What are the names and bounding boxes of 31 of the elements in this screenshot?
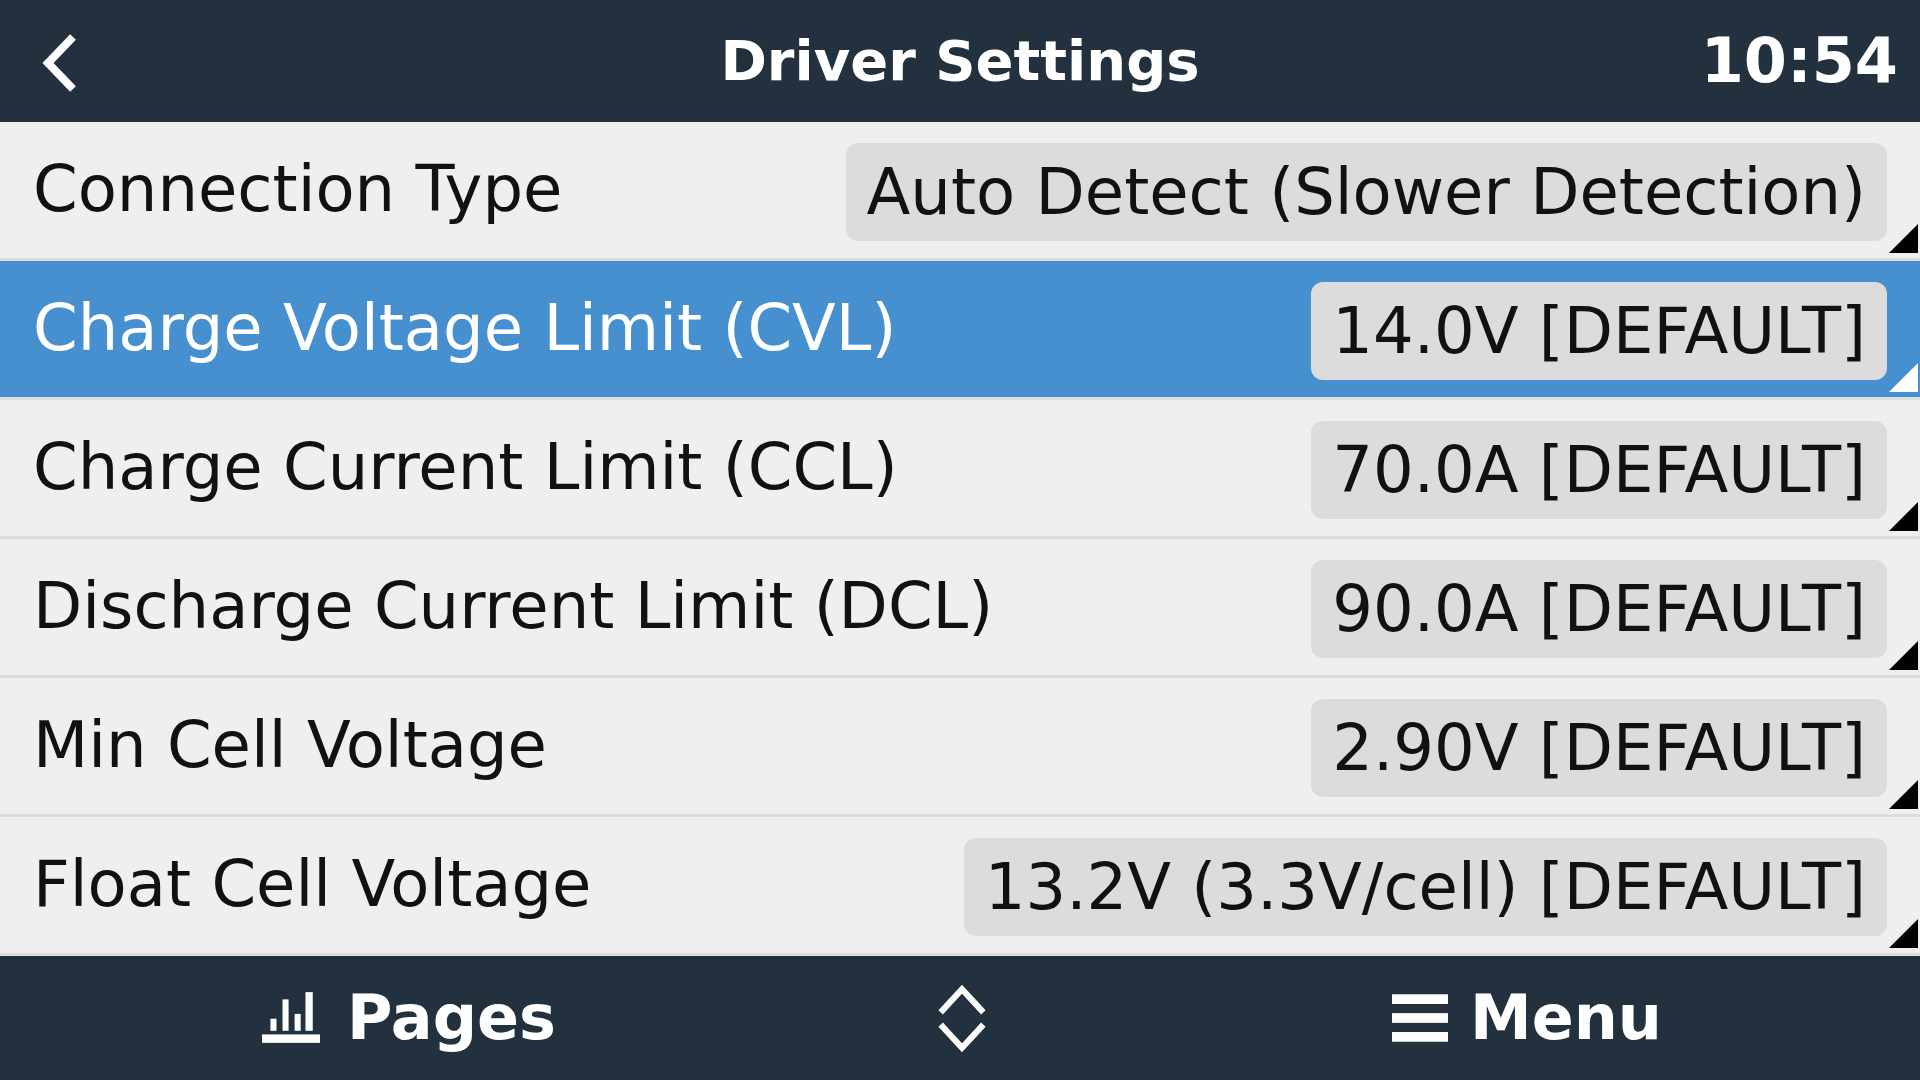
setting-row[interactable]: Charge Voltage Limit (CVL) 14.0V [DEFAULT]	[0, 261, 1920, 400]
corner-triangle-icon	[1889, 502, 1918, 531]
corner-triangle-icon	[1889, 780, 1918, 809]
setting-label: Float Cell Voltage	[33, 848, 592, 922]
setting-value: Auto Detect (Slower Detection)	[845, 143, 1887, 241]
setting-label: Min Cell Voltage	[33, 709, 547, 783]
corner-triangle-icon	[1889, 919, 1918, 948]
up-down-chevron-icon[interactable]	[937, 983, 987, 1053]
setting-label: Discharge Current Limit (DCL)	[33, 570, 994, 644]
setting-value: 90.0A [DEFAULT]	[1311, 560, 1887, 658]
corner-triangle-icon	[1889, 641, 1918, 670]
bar-chart-icon	[262, 992, 320, 1044]
pages-button[interactable]: Pages	[262, 982, 556, 1054]
setting-label: Charge Current Limit (CCL)	[33, 431, 898, 505]
setting-label: Connection Type	[33, 153, 563, 227]
corner-triangle-icon	[1889, 224, 1918, 253]
clock-time: 10:54	[1700, 26, 1898, 96]
setting-value: 13.2V (3.3V/cell) [DEFAULT]	[963, 838, 1887, 936]
setting-label: Charge Voltage Limit (CVL)	[33, 292, 897, 366]
setting-value: 2.90V [DEFAULT]	[1311, 699, 1887, 797]
corner-triangle-icon	[1889, 363, 1918, 392]
setting-row[interactable]: Float Cell Voltage 13.2V (3.3V/cell) [DEFAULT]	[0, 817, 1920, 956]
page-title: Driver Settings	[720, 30, 1200, 92]
setting-row[interactable]: Connection Type Auto Detect (Slower Detection)	[0, 122, 1920, 261]
menu-icon	[1392, 994, 1448, 1042]
setting-value: 70.0A [DEFAULT]	[1311, 421, 1887, 519]
setting-value: 14.0V [DEFAULT]	[1311, 282, 1887, 380]
menu-button[interactable]: Menu	[1392, 982, 1662, 1054]
setting-row[interactable]: Min Cell Voltage 2.90V [DEFAULT]	[0, 678, 1920, 817]
setting-row[interactable]: Discharge Current Limit (DCL) 90.0A [DEFAULT]	[0, 539, 1920, 678]
setting-row[interactable]: Charge Current Limit (CCL) 70.0A [DEFAULT]	[0, 400, 1920, 539]
